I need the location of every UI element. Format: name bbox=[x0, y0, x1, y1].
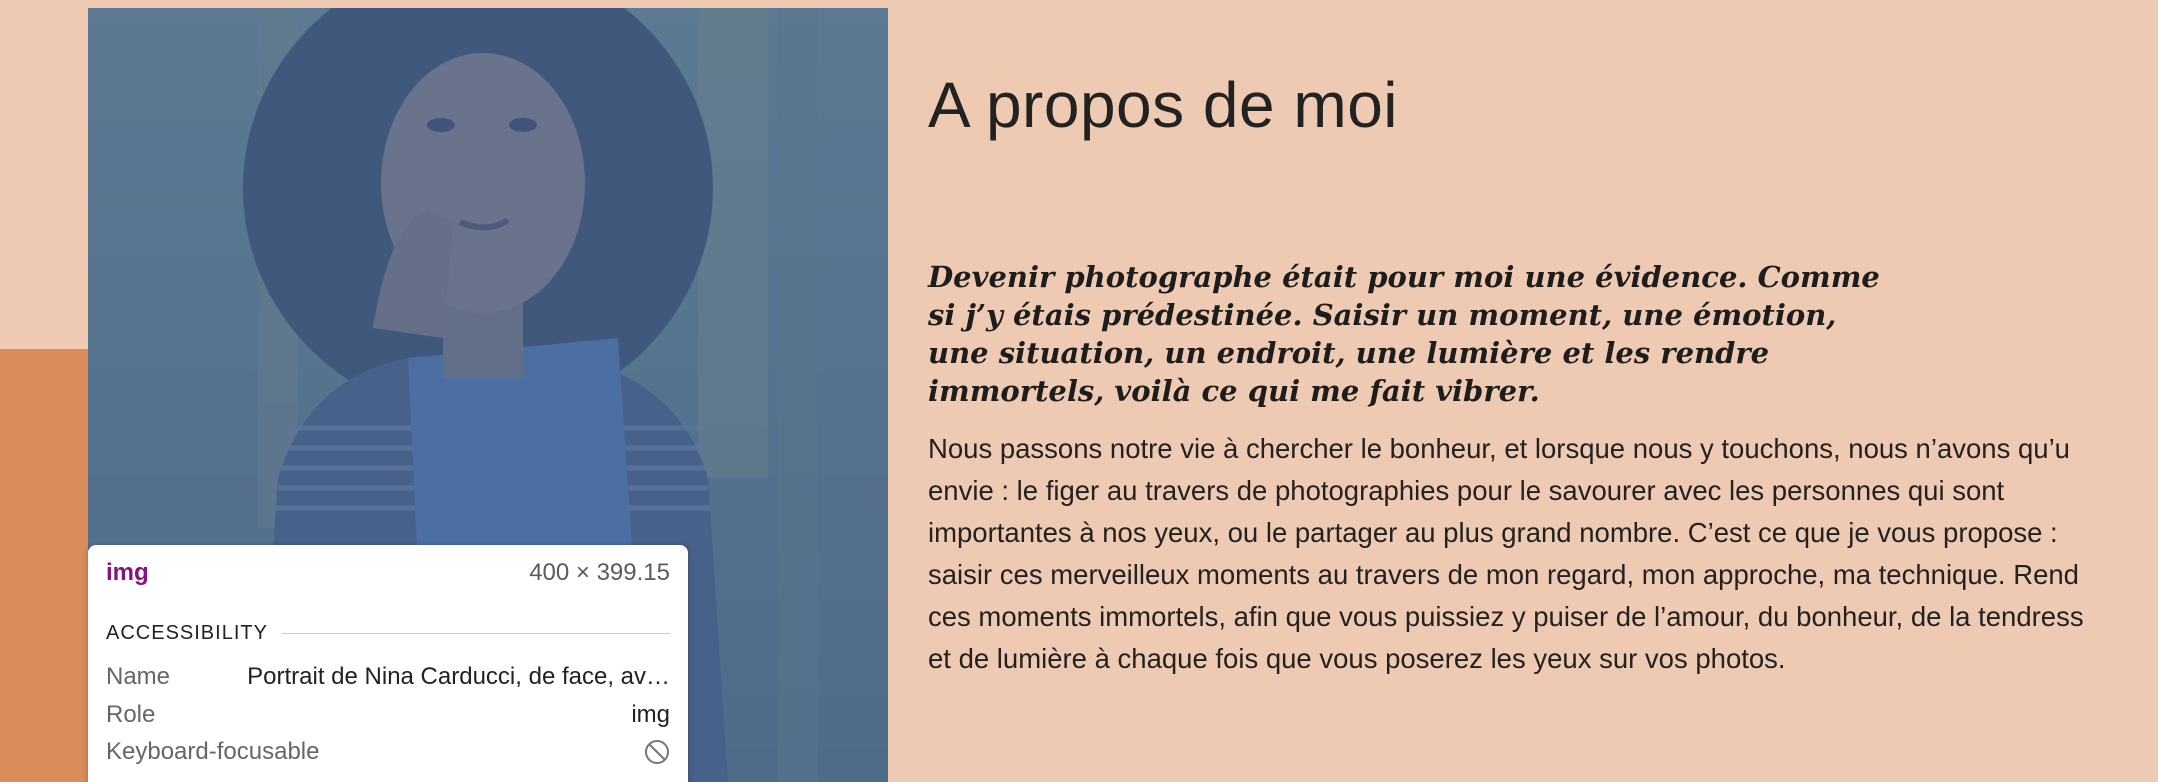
accessibility-section-header: ACCESSIBILITY bbox=[106, 622, 670, 645]
section-label: ACCESSIBILITY bbox=[106, 622, 268, 644]
not-allowed-icon bbox=[645, 740, 669, 764]
page-title: A propos de moi bbox=[928, 69, 1398, 141]
body-paragraph: Nous passons notre vie à chercher le bon… bbox=[928, 433, 2084, 674]
row-value: Portrait de Nina Carducci, de face, av… bbox=[247, 663, 670, 690]
row-key: Role bbox=[106, 701, 156, 728]
lead-paragraph: Devenir photographe était pour moi une é… bbox=[928, 260, 1880, 408]
decorative-color-band bbox=[0, 349, 88, 782]
row-key: Name bbox=[106, 663, 171, 690]
devtools-inspect-tooltip: img 400 × 399.15 ACCESSIBILITY Name Port… bbox=[88, 545, 688, 782]
tooltip-header: img 400 × 399.15 bbox=[106, 559, 670, 587]
element-dimensions: 400 × 399.15 bbox=[529, 559, 670, 586]
row-key: Keyboard-focusable bbox=[106, 738, 320, 765]
accessibility-row-keyboard-focusable: Keyboard-focusable bbox=[106, 738, 670, 766]
accessibility-row-name: Name Portrait de Nina Carducci, de face,… bbox=[106, 663, 670, 691]
element-tag: img bbox=[106, 559, 149, 586]
section-divider bbox=[281, 633, 670, 634]
row-value: img bbox=[631, 701, 670, 728]
accessibility-row-role: Role img bbox=[106, 701, 670, 729]
